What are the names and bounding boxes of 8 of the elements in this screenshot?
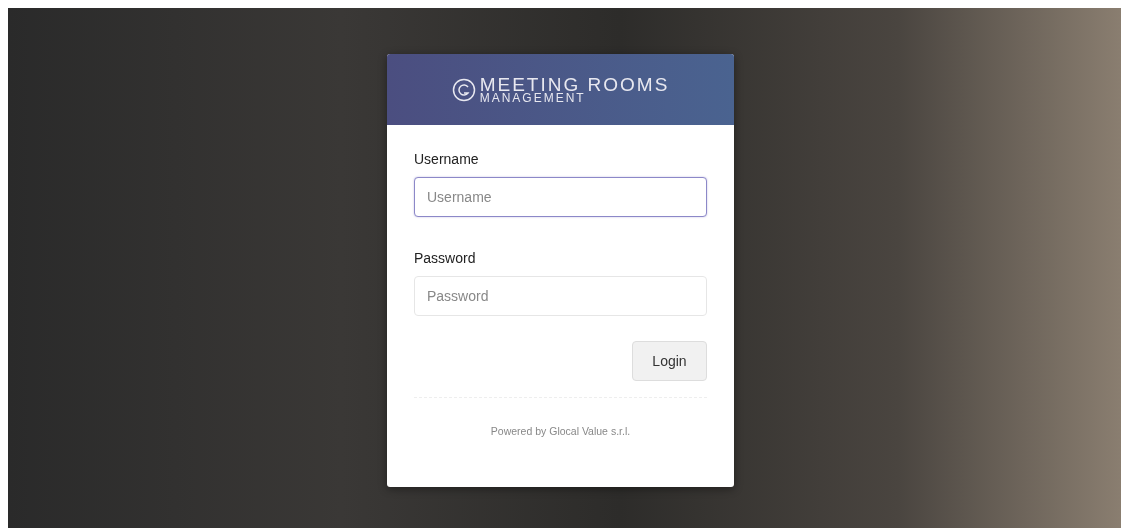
powered-by-text: Powered by Glocal Value s.r.l. xyxy=(490,425,631,437)
field-label: Username xyxy=(414,151,480,167)
logo-subtitle: MANAGEMENT xyxy=(479,92,587,104)
logo-icon xyxy=(451,77,476,102)
field-label: Password xyxy=(414,250,477,266)
login-button[interactable]: Login xyxy=(632,341,707,381)
logo-title: MEETING ROOMS xyxy=(479,75,670,94)
input-field[interactable]: Username xyxy=(414,177,707,217)
